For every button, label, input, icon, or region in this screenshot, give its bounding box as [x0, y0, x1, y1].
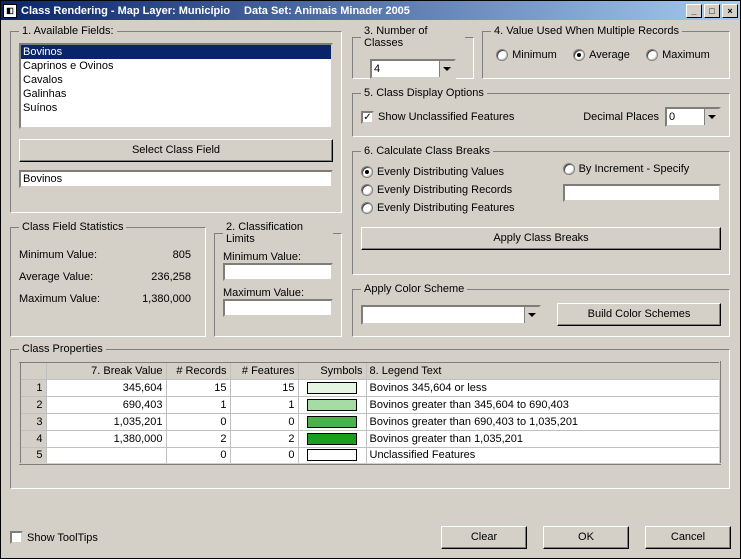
by-increment-input[interactable] [563, 184, 721, 202]
chevron-down-icon [439, 61, 454, 77]
stats-group: Class Field Statistics Minimum Value:805… [10, 221, 206, 337]
cancel-button[interactable]: Cancel [645, 526, 731, 549]
build-color-schemes-button[interactable]: Build Color Schemes [557, 303, 721, 326]
limits-min-input[interactable] [223, 263, 333, 281]
radio-break-option[interactable]: Evenly Distributing Values [361, 166, 504, 178]
limits-min-label: Minimum Value: [223, 251, 333, 263]
decimal-places-label: Decimal Places [583, 111, 659, 123]
by-increment-radio[interactable]: By Increment - Specify [563, 163, 690, 175]
checkbox-box [10, 531, 23, 544]
table-row[interactable]: 2690,40311Bovinos greater than 345,604 t… [20, 396, 720, 413]
class-properties-table[interactable]: 7. Break Value# Records# FeaturesSymbols… [19, 361, 721, 465]
list-item[interactable]: Suínos [21, 101, 331, 115]
chevron-down-icon [524, 307, 539, 323]
class-properties-group: Class Properties 7. Break Value# Records… [10, 343, 730, 489]
titlebar: ◧ Class Rendering - Map Layer: Município… [1, 1, 740, 20]
limits-legend: 2. Classification Limits [223, 221, 333, 245]
num-classes-group: 3. Number of Classes 4 [352, 25, 474, 79]
color-scheme-select[interactable] [361, 305, 541, 325]
list-item[interactable]: Caprinos e Ovinos [21, 59, 331, 73]
column-header[interactable]: 8. Legend Text [366, 362, 720, 379]
color-scheme-legend: Apply Color Scheme [361, 283, 467, 295]
num-classes-select[interactable]: 4 [370, 59, 456, 79]
show-tooltips-checkbox[interactable]: Show ToolTips [10, 531, 98, 544]
radio-break-option[interactable]: Evenly Distributing Features [361, 202, 515, 214]
column-header[interactable]: 7. Break Value [46, 362, 166, 379]
breaks-legend: 6. Calculate Class Breaks [361, 145, 493, 157]
avg-label: Average Value: [19, 271, 109, 283]
stats-legend: Class Field Statistics [19, 221, 126, 233]
display-options-group: 5. Class Display Options ✓Show Unclassif… [352, 87, 730, 137]
avg-value: 236,258 [109, 271, 191, 283]
decimal-places-select[interactable]: 0 [665, 107, 721, 127]
min-value: 805 [109, 249, 191, 261]
radio-maximum[interactable]: Maximum [646, 49, 710, 61]
color-scheme-group: Apply Color Scheme Build Color Schemes [352, 283, 730, 337]
num-classes-legend: 3. Number of Classes [361, 25, 465, 49]
column-header[interactable]: Symbols [298, 362, 366, 379]
table-row[interactable]: 1345,6041515Bovinos 345,604 or less [20, 379, 720, 396]
table-row[interactable]: 500Unclassified Features [20, 447, 720, 464]
maximize-button[interactable]: □ [704, 4, 720, 18]
title-dataset: Data Set: Animais Minader 2005 [244, 5, 410, 17]
max-label: Maximum Value: [19, 293, 109, 305]
multi-legend: 4. Value Used When Multiple Records [491, 25, 682, 37]
available-fields-group: 1. Available Fields: BovinosCaprinos e O… [10, 25, 342, 213]
multi-group: 4. Value Used When Multiple Records Mini… [482, 25, 730, 79]
minimize-button[interactable]: _ [686, 4, 702, 18]
list-item[interactable]: Bovinos [21, 45, 331, 59]
show-unclassified-checkbox[interactable]: ✓Show Unclassified Features [361, 111, 514, 124]
radio-average[interactable]: Average [573, 49, 630, 61]
limits-group: 2. Classification Limits Minimum Value: … [214, 221, 342, 337]
list-item[interactable]: Galinhas [21, 87, 331, 101]
title-main: Class Rendering - Map Layer: Município [21, 5, 230, 17]
app-icon: ◧ [3, 4, 17, 18]
select-class-field-button[interactable]: Select Class Field [19, 139, 333, 162]
radio-break-option[interactable]: Evenly Distributing Records [361, 184, 512, 196]
breaks-group: 6. Calculate Class Breaks Evenly Distrib… [352, 145, 730, 275]
max-value: 1,380,000 [109, 293, 191, 305]
apply-class-breaks-button[interactable]: Apply Class Breaks [361, 227, 721, 250]
display-options-legend: 5. Class Display Options [361, 87, 487, 99]
table-row[interactable]: 41,380,00022Bovinos greater than 1,035,2… [20, 430, 720, 447]
column-header[interactable]: # Records [166, 362, 230, 379]
available-fields-legend: 1. Available Fields: [19, 25, 117, 37]
list-item[interactable]: Cavalos [21, 73, 331, 87]
fields-listbox[interactable]: BovinosCaprinos e OvinosCavalosGalinhasS… [19, 43, 333, 129]
limits-max-input[interactable] [223, 299, 333, 317]
radio-minimum[interactable]: Minimum [496, 49, 557, 61]
chevron-down-icon [704, 109, 719, 125]
table-row[interactable]: 31,035,20100Bovinos greater than 690,403… [20, 413, 720, 430]
close-button[interactable]: × [722, 4, 738, 18]
ok-button[interactable]: OK [543, 526, 629, 549]
min-label: Minimum Value: [19, 249, 109, 261]
limits-max-label: Maximum Value: [223, 287, 333, 299]
selected-field-textbox[interactable]: Bovinos [19, 170, 333, 188]
class-properties-legend: Class Properties [19, 343, 106, 355]
window: ◧ Class Rendering - Map Layer: Município… [0, 0, 741, 559]
clear-button[interactable]: Clear [441, 526, 527, 549]
column-header[interactable]: # Features [230, 362, 298, 379]
